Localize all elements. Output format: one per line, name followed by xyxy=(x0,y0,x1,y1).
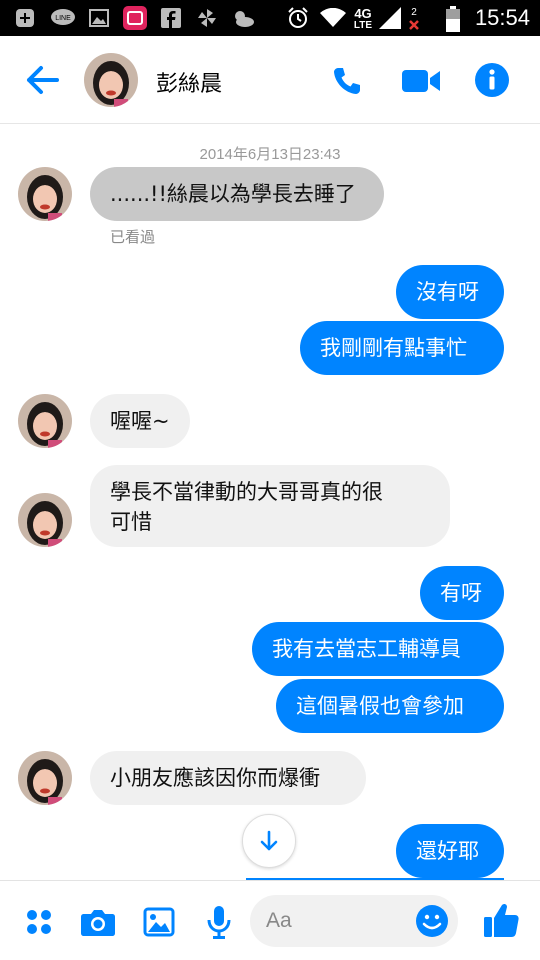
gallery-icon xyxy=(143,907,175,937)
alarm-icon xyxy=(286,7,310,28)
sender-avatar[interactable] xyxy=(18,394,72,448)
image-icon xyxy=(88,8,110,28)
more-apps-icon xyxy=(27,910,51,934)
facebook-icon xyxy=(160,8,182,28)
back-arrow-icon xyxy=(27,66,59,94)
clock-time: 15:54 xyxy=(474,5,530,30)
gallery-button[interactable] xyxy=(140,903,178,941)
camera-icon xyxy=(81,910,115,936)
signal-icon xyxy=(378,7,404,29)
incoming-message[interactable]: 學長不當律動的大哥哥真的很 可惜 xyxy=(90,465,450,547)
video-icon xyxy=(402,70,440,92)
message-text: 還好耶 xyxy=(416,839,479,863)
contact-name[interactable]: 彭絲晨 xyxy=(156,66,222,98)
message-text: 喔喔~ xyxy=(110,409,170,433)
message-text-line: 可惜 xyxy=(110,510,152,534)
contact-avatar[interactable] xyxy=(84,53,138,107)
sender-avatar[interactable] xyxy=(18,167,72,221)
message-text: 小朋友應該因你而爆衝 xyxy=(110,766,320,790)
conversation-timestamp: 2014年6月13日23:43 xyxy=(199,146,341,163)
message-text: 這個暑假也會參加 xyxy=(296,694,464,718)
emoji-icon xyxy=(416,905,448,937)
outgoing-message[interactable]: 沒有呀 xyxy=(396,265,504,319)
more-apps-button[interactable] xyxy=(20,903,58,941)
incoming-message[interactable]: 喔喔~ xyxy=(90,394,190,448)
outgoing-message[interactable]: 有呀 xyxy=(420,566,504,620)
scroll-to-bottom-button[interactable] xyxy=(242,814,296,868)
line-app-icon: LINE xyxy=(50,8,76,28)
incoming-message[interactable]: 小朋友應該因你而爆衝 xyxy=(90,751,366,805)
thumbs-up-icon xyxy=(484,903,519,937)
message-text-line: 學長不當律動的大哥哥真的很 xyxy=(110,480,383,504)
no-sim-icon xyxy=(409,20,419,30)
message-text: ......!!絲晨以為學長去睡了 xyxy=(110,182,356,206)
voice-message-button[interactable] xyxy=(200,903,238,941)
pinwheel-icon xyxy=(196,8,218,28)
camera-button[interactable] xyxy=(79,903,117,941)
message-composer xyxy=(0,880,540,960)
battery-icon xyxy=(444,6,462,32)
outgoing-message[interactable]: 我有去當志工輔導員 xyxy=(252,622,504,676)
outgoing-message[interactable]: 還好耶 xyxy=(396,824,504,878)
microphone-icon xyxy=(207,906,231,939)
sender-avatar[interactable] xyxy=(18,751,72,805)
info-button[interactable] xyxy=(470,58,514,102)
outgoing-message[interactable]: 這個暑假也會參加 xyxy=(276,679,504,733)
like-button[interactable] xyxy=(480,899,522,941)
network-type: 4G LTE xyxy=(352,5,374,33)
sender-avatar[interactable] xyxy=(18,493,72,547)
message-text: 我有去當志工輔導員 xyxy=(272,637,461,661)
phone-icon xyxy=(334,68,360,94)
status-bar: LINE 4G LTE 2 15:54 xyxy=(0,0,540,36)
voice-call-button[interactable] xyxy=(326,60,368,102)
outgoing-message[interactable]: 我剛剛有點事忙 xyxy=(300,321,504,375)
wifi-icon xyxy=(318,8,348,28)
seen-indicator: 已看過 xyxy=(110,228,156,246)
weather-icon xyxy=(230,8,256,28)
network-label: 4G xyxy=(354,6,372,21)
message-text: 我剛剛有點事忙 xyxy=(320,336,467,360)
message-input-box[interactable] xyxy=(250,895,458,947)
add-icon xyxy=(14,8,36,28)
video-call-button[interactable] xyxy=(398,60,444,102)
sim-indicator: 2 xyxy=(404,4,424,34)
message-text: 沒有呀 xyxy=(416,280,479,304)
incoming-message[interactable]: ......!!絲晨以為學長去睡了 xyxy=(90,167,384,221)
app-icon xyxy=(122,6,148,30)
arrow-down-icon xyxy=(260,830,278,851)
conversation-header: 彭絲晨 xyxy=(0,36,540,124)
network-sub-label: LTE xyxy=(353,20,373,31)
svg-text:LINE: LINE xyxy=(55,15,71,22)
emoji-button[interactable] xyxy=(414,903,450,939)
back-button[interactable] xyxy=(20,58,64,102)
info-icon xyxy=(475,63,509,97)
sim-slot-label: 2 xyxy=(411,7,417,18)
message-input[interactable] xyxy=(266,903,416,939)
message-text: 有呀 xyxy=(440,581,482,605)
